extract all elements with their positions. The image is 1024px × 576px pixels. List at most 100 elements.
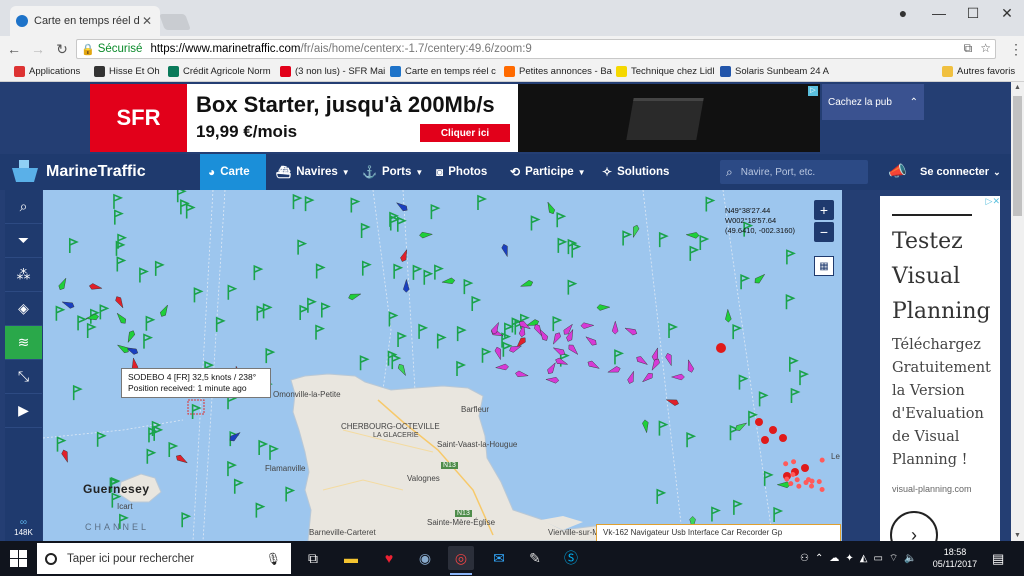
sailing-vessel-marker[interactable] (181, 512, 192, 528)
sailing-vessel-marker[interactable] (552, 315, 563, 332)
sailing-vessel-marker[interactable] (456, 325, 467, 342)
stationary-vessel-marker[interactable] (796, 483, 802, 489)
sailing-vessel-marker[interactable] (434, 264, 444, 280)
sailing-vessel-marker[interactable] (699, 234, 710, 251)
stationary-vessel-marker[interactable] (809, 483, 815, 489)
zoom-in-button[interactable]: + (814, 200, 834, 220)
sailing-vessel-marker[interactable] (262, 303, 273, 319)
vessel-marker[interactable] (567, 343, 580, 357)
play-icon[interactable]: ▶ (5, 394, 42, 428)
sailing-vessel-marker[interactable] (146, 448, 157, 464)
stationary-vessel-marker[interactable] (769, 426, 777, 434)
sailing-vessel-marker[interactable] (304, 195, 315, 212)
translate-icon[interactable]: ⧉ (964, 41, 973, 56)
stationary-vessel-marker[interactable] (790, 471, 796, 477)
sailing-vessel-marker[interactable] (477, 194, 488, 210)
megaphone-icon[interactable]: 📣 (888, 162, 907, 180)
ad-cta-button[interactable]: Cliquer ici (420, 124, 510, 142)
stationary-vessel-marker[interactable] (784, 476, 790, 482)
nav-item-ports[interactable]: ⚓ Ports ▼ (362, 154, 423, 190)
vessel-map[interactable]: Omonville-la-Petite CHERBOURG-OCTEVILLE … (43, 190, 842, 541)
vessel-marker[interactable] (61, 299, 75, 309)
stationary-vessel-marker[interactable] (809, 478, 815, 484)
stationary-vessel-marker[interactable] (816, 479, 822, 485)
sailing-vessel-marker[interactable] (748, 410, 758, 426)
vessel-marker[interactable] (501, 243, 510, 258)
sailing-vessel-marker[interactable] (689, 245, 700, 261)
sailing-vessel-marker[interactable] (773, 506, 784, 523)
vessel-marker[interactable] (584, 334, 598, 347)
sailing-vessel-marker[interactable] (571, 242, 582, 258)
sailing-vessel-marker[interactable] (668, 322, 679, 338)
map-layers-icon[interactable]: ▦ (814, 256, 834, 276)
vessel-marker[interactable] (753, 272, 767, 285)
bookmark-item[interactable]: Crédit Agricole Norm (168, 66, 271, 77)
sailing-vessel-marker[interactable] (258, 439, 269, 455)
sailing-vessel-marker[interactable] (185, 203, 196, 219)
stationary-vessel-marker[interactable] (788, 481, 794, 487)
vessel-search-input[interactable]: ⌕ Navire, Port, etc. (720, 160, 868, 184)
sailing-vessel-marker[interactable] (143, 333, 154, 349)
sailing-vessel-marker[interactable] (168, 441, 179, 458)
vessel-marker[interactable] (399, 248, 409, 262)
battery-icon[interactable]: ▭ (873, 553, 882, 564)
sailing-vessel-marker[interactable] (116, 256, 127, 272)
nav-item-participe[interactable]: ⟲ Participe ▼ (510, 154, 586, 190)
scroll-thumb[interactable] (1013, 96, 1022, 216)
sailing-vessel-marker[interactable] (297, 239, 308, 255)
sailing-vessel-marker[interactable] (799, 369, 810, 386)
sailing-vessel-marker[interactable] (733, 499, 743, 515)
cloud-icon[interactable]: ☁ (829, 553, 839, 564)
sailing-vessel-marker[interactable] (711, 506, 721, 522)
bookmark-item[interactable]: Carte en temps réel c (390, 66, 496, 77)
menu-kebab-icon[interactable]: ⋮ (1006, 39, 1024, 59)
sailing-vessel-marker[interactable] (790, 387, 801, 404)
sailing-vessel-marker[interactable] (397, 331, 408, 347)
sailing-vessel-marker[interactable] (114, 209, 124, 225)
vessel-marker[interactable] (611, 320, 619, 335)
bookmark-item[interactable]: Petites annonces - Ba (504, 66, 612, 77)
zoom-out-button[interactable]: − (814, 222, 834, 242)
nav-item-solutions[interactable]: ✧ Solutions (602, 154, 669, 190)
nav-item-navires[interactable]: ⛴ Navires ▼ (276, 154, 350, 190)
bookmark-item[interactable]: (3 non lus) - SFR Mai (280, 66, 385, 77)
start-button[interactable] (0, 541, 36, 576)
url-input[interactable]: 🔒 Sécurisé https://www.marinetraffic.com… (76, 39, 996, 59)
sailing-vessel-marker[interactable] (658, 420, 669, 436)
nav-item-carte[interactable]: ◕ Carte (200, 154, 266, 190)
sailing-vessel-marker[interactable] (68, 237, 79, 253)
bookmark-star-icon[interactable]: ☆ (980, 41, 991, 56)
sailing-vessel-marker[interactable] (393, 263, 404, 279)
sailing-vessel-marker[interactable] (72, 384, 83, 401)
vessel-marker[interactable] (624, 325, 638, 336)
sailing-vessel-marker[interactable] (412, 264, 423, 280)
stationary-vessel-marker[interactable] (779, 434, 787, 442)
stationary-vessel-marker[interactable] (783, 461, 789, 467)
sailing-vessel-marker[interactable] (705, 196, 716, 212)
sailing-vessel-marker[interactable] (430, 203, 441, 220)
stationary-vessel-marker[interactable] (801, 464, 809, 472)
measure-icon[interactable]: ⤡ (5, 360, 42, 394)
close-tab-icon[interactable]: ✕ (140, 14, 154, 28)
sailing-vessel-marker[interactable] (418, 323, 429, 339)
login-button[interactable]: Se connecter ⌄ (920, 154, 1001, 190)
vessel-marker[interactable] (88, 283, 103, 291)
vessel-marker[interactable] (515, 370, 529, 378)
vessel-marker[interactable] (125, 329, 136, 344)
tab-marinetraffic[interactable]: Carte en temps réel des n ✕ (10, 6, 160, 36)
vessel-marker[interactable] (776, 481, 791, 489)
sailing-vessel-marker[interactable] (423, 269, 434, 285)
bookmark-item[interactable]: Technique chez Lidl (616, 66, 714, 77)
notes-app-icon[interactable]: ✎ (522, 546, 548, 570)
vessel-marker[interactable] (641, 371, 655, 384)
stationary-vessel-marker[interactable] (803, 480, 809, 486)
sailing-vessel-marker[interactable] (456, 360, 467, 376)
vessel-marker[interactable] (665, 352, 675, 367)
sailing-vessel-marker[interactable] (557, 237, 568, 253)
sailing-vessel-marker[interactable] (145, 315, 156, 331)
vessel-marker[interactable] (348, 291, 362, 301)
vessel-marker[interactable] (494, 363, 509, 371)
action-center-icon[interactable]: ▤ (992, 551, 1004, 567)
chevron-right-icon[interactable]: › (890, 511, 938, 541)
sailing-vessel-marker[interactable] (321, 302, 331, 318)
